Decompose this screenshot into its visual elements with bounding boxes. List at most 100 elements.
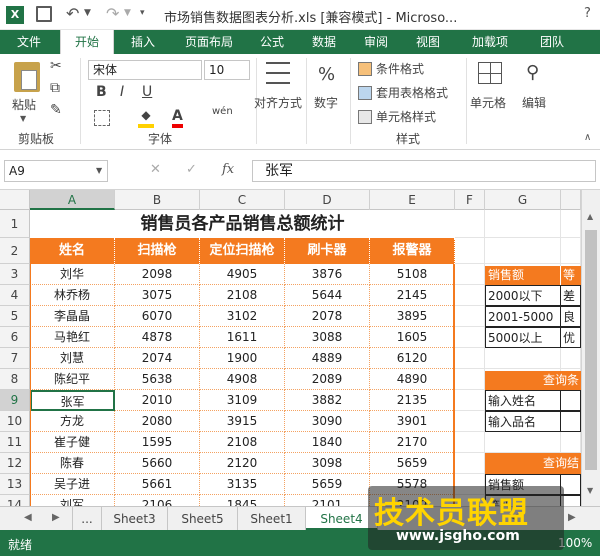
data-cell[interactable]: 2010 (115, 390, 200, 411)
data-cell[interactable]: 1900 (200, 348, 285, 369)
cells-button[interactable]: 单元格 (470, 94, 506, 111)
sheet-tab-sheet5[interactable]: Sheet5 (168, 507, 238, 531)
h-scroll-right-icon[interactable]: ▶ (568, 512, 576, 523)
data-cell[interactable]: 2101 (285, 495, 370, 506)
data-cell[interactable]: 刘华 (30, 264, 115, 285)
undo-dropdown-icon[interactable]: ▼ (84, 8, 91, 18)
paste-button[interactable]: 粘贴 (12, 96, 36, 113)
border-icon[interactable] (94, 110, 110, 126)
data-cell[interactable]: 2098 (115, 264, 200, 285)
column-header-g[interactable]: G (485, 190, 561, 210)
data-cell[interactable]: 3088 (285, 327, 370, 348)
data-cell[interactable]: 5660 (115, 453, 200, 474)
row-header-2[interactable]: 2 (0, 238, 30, 264)
save-icon[interactable] (36, 6, 52, 22)
tab-view[interactable]: 视图 (404, 30, 452, 54)
data-cell[interactable]: 3915 (200, 411, 285, 432)
data-cell[interactable]: 5659 (370, 453, 455, 474)
worksheet-grid[interactable]: 销售员各产品销售总额统计 姓名 扫描枪 定位扫描枪 刷卡器 报警器 刘华 2098 4905 38… (30, 210, 581, 506)
column-header-e[interactable]: E (370, 190, 455, 210)
bold-button[interactable]: B (96, 84, 107, 100)
insert-function-icon[interactable]: fx (222, 162, 234, 177)
cut-icon[interactable]: ✂ (50, 58, 62, 74)
paste-icon[interactable] (14, 62, 40, 92)
data-cell[interactable]: 4905 (200, 264, 285, 285)
scroll-up-icon[interactable]: ▲ (587, 212, 593, 221)
row-header-3[interactable]: 3 (0, 264, 30, 285)
header-cell[interactable]: 定位扫描枪 (200, 238, 285, 264)
next-sheet-icon[interactable]: ▶ (52, 512, 60, 523)
qat-customize-icon[interactable]: ▾ (140, 8, 145, 18)
format-painter-icon[interactable]: ✎ (50, 102, 62, 118)
data-cell[interactable]: 1611 (200, 327, 285, 348)
data-cell[interactable]: 3109 (200, 390, 285, 411)
column-header-f[interactable]: F (455, 190, 485, 210)
data-cell[interactable]: 5659 (285, 474, 370, 495)
tab-file[interactable]: 文件 (0, 30, 58, 54)
data-cell[interactable]: 2108 (200, 285, 285, 306)
font-size-box[interactable]: 10 (204, 60, 250, 80)
input-product-label[interactable]: 输入品名 (485, 411, 561, 432)
paste-dropdown-icon[interactable]: ▼ (20, 114, 26, 123)
row-header-13[interactable]: 13 (0, 474, 30, 495)
row-header-10[interactable]: 10 (0, 411, 30, 432)
grade-level-cell[interactable]: 差 (560, 285, 581, 306)
fill-color-icon[interactable]: ◆ (138, 108, 154, 128)
row-header-9[interactable]: 9 (0, 390, 30, 411)
conditional-format-button[interactable]: 条件格式 (376, 60, 424, 77)
data-cell[interactable]: 3895 (370, 306, 455, 327)
data-cell[interactable]: 2135 (370, 390, 455, 411)
prev-sheet-icon[interactable]: ◀ (24, 512, 32, 523)
row-header-1[interactable]: 1 (0, 210, 30, 238)
row-header-6[interactable]: 6 (0, 327, 30, 348)
sheet-tab-sheet1[interactable]: Sheet1 (238, 507, 306, 531)
data-cell[interactable]: 2089 (285, 369, 370, 390)
data-cell[interactable]: 2078 (285, 306, 370, 327)
grade-level-cell[interactable]: 优 (560, 327, 581, 348)
data-cell[interactable]: 4889 (285, 348, 370, 369)
percent-icon[interactable]: % (318, 64, 335, 85)
tab-data[interactable]: 数据 (300, 30, 348, 54)
data-cell[interactable]: 2108 (200, 432, 285, 453)
data-cell[interactable]: 2170 (370, 432, 455, 453)
collapse-ribbon-icon[interactable]: ∧ (584, 132, 591, 143)
tab-formulas[interactable]: 公式 (248, 30, 296, 54)
column-header-c[interactable]: C (200, 190, 285, 210)
alignment-button[interactable]: 对齐方式 (254, 94, 302, 111)
cell-style-button[interactable]: 单元格样式 (376, 108, 436, 125)
data-cell[interactable]: 5108 (370, 264, 455, 285)
data-cell[interactable]: 陈纪平 (30, 369, 115, 390)
active-cell[interactable]: 张军 (30, 390, 115, 411)
vertical-scrollbar[interactable]: ▲ ▼ (581, 190, 600, 506)
input-name-label[interactable]: 输入姓名 (485, 390, 561, 411)
data-cell[interactable]: 3090 (285, 411, 370, 432)
data-cell[interactable]: 3882 (285, 390, 370, 411)
data-cell[interactable]: 3075 (115, 285, 200, 306)
formula-input[interactable]: 张军 (252, 160, 596, 182)
data-cell[interactable]: 吴子进 (30, 474, 115, 495)
undo-icon[interactable]: ↶ (66, 4, 79, 23)
data-cell[interactable]: 1840 (285, 432, 370, 453)
cells-icon[interactable] (478, 62, 502, 84)
row-header-4[interactable]: 4 (0, 285, 30, 306)
data-cell[interactable]: 2106 (115, 495, 200, 506)
input-product-field[interactable] (560, 411, 581, 432)
column-header-b[interactable]: B (115, 190, 200, 210)
font-name-box[interactable]: 宋体 (88, 60, 202, 80)
data-cell[interactable]: 林乔杨 (30, 285, 115, 306)
data-cell[interactable]: 5644 (285, 285, 370, 306)
data-cell[interactable]: 4908 (200, 369, 285, 390)
data-cell[interactable]: 3135 (200, 474, 285, 495)
sheet-tab-sheet3[interactable]: Sheet3 (102, 507, 168, 531)
tab-add-ins[interactable]: 加载项 (458, 30, 522, 54)
data-cell[interactable]: 5661 (115, 474, 200, 495)
data-cell[interactable]: 李晶晶 (30, 306, 115, 327)
data-cell[interactable]: 5638 (115, 369, 200, 390)
font-color-button[interactable]: A (172, 108, 183, 128)
tab-insert[interactable]: 插入 (116, 30, 170, 54)
column-header-d[interactable]: D (285, 190, 370, 210)
tab-home[interactable]: 开始 (60, 30, 114, 54)
header-cell[interactable]: 姓名 (30, 238, 115, 264)
data-cell[interactable]: 刘慧 (30, 348, 115, 369)
data-cell[interactable]: 陈春 (30, 453, 115, 474)
